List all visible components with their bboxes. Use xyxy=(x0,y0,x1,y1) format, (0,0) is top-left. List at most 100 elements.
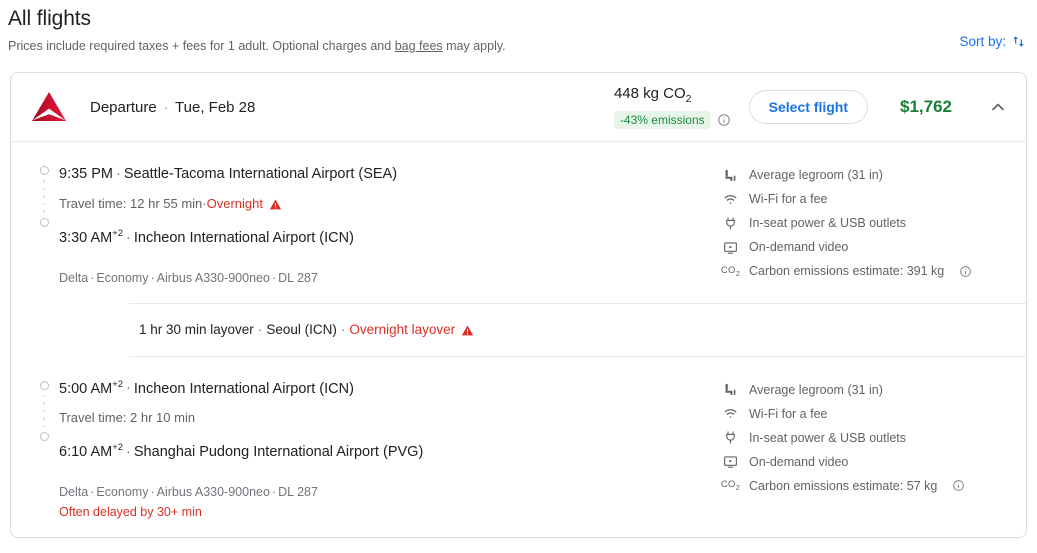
overnight-label: Overnight xyxy=(206,195,264,211)
flight-summary-row[interactable]: Departure · Tue, Feb 28 448 kg CO2 -43% … xyxy=(11,73,1026,142)
departure-airport: Incheon International Airport (ICN) xyxy=(133,380,354,397)
timeline-dots xyxy=(42,390,46,433)
delay-warning: Often delayed by 30+ min xyxy=(59,505,202,520)
page-title: All flights xyxy=(8,7,91,30)
amenity-label: Average legroom (31 in) xyxy=(749,168,883,182)
meta-cabin: Economy xyxy=(96,485,149,500)
results-header: All flights Prices include required taxe… xyxy=(8,6,506,55)
leg-timeline xyxy=(29,160,59,287)
departure-date: Tue, Feb 28 xyxy=(175,98,256,116)
emissions-badge: -43% emissions xyxy=(613,111,711,129)
co2-subscript: 2 xyxy=(685,93,692,105)
sort-by-label: Sort by: xyxy=(959,34,1006,49)
layover-city: Seoul (ICN) xyxy=(266,321,337,337)
flight-price: $1,762 xyxy=(900,97,952,116)
timeline-node-depart xyxy=(39,166,49,175)
leg-amenities: Average legroom (31 in) Wi-Fi for a fee xyxy=(720,160,1012,287)
layover-separator: · xyxy=(257,321,263,337)
amenity-video: On-demand video xyxy=(722,450,1012,474)
legroom-icon xyxy=(722,168,739,183)
timeline-node-arrive xyxy=(39,432,49,442)
amenity-wifi: Wi-Fi for a fee xyxy=(722,187,1012,211)
disclaimer-text-post: may apply. xyxy=(442,39,506,53)
arrival-airport: Shanghai Pudong International Airport (P… xyxy=(133,444,424,461)
flight-results-page: All flights Prices include required taxe… xyxy=(0,0,1037,553)
leg-meta: Delta · Economy · Airbus A330-900neo · DL 287 xyxy=(59,270,318,285)
leg-info: 9:35 PM · Seattle-Tacoma International Air… xyxy=(59,160,722,287)
amenity-label: On-demand video xyxy=(749,240,849,254)
power-plug-icon xyxy=(722,430,739,445)
meta-aircraft: Airbus A330-900neo xyxy=(156,270,270,285)
layover-row: 1 hr 30 min layover · Seoul (ICN) · Overnigh… xyxy=(129,302,1026,357)
carbon-info-icon[interactable] xyxy=(959,265,972,278)
row-separator: · xyxy=(126,229,131,246)
meta-flight-number: DL 287 xyxy=(278,485,318,500)
power-plug-icon xyxy=(722,216,739,231)
departure-time: 5:00 AM xyxy=(59,380,113,397)
overnight-layover-label: Overnight layover xyxy=(349,321,456,337)
amenity-label: Wi-Fi for a fee xyxy=(749,192,828,206)
meta-cabin: Economy xyxy=(96,270,149,285)
leg-departure-row: 5:00 AM+2 · Incheon International Airport … xyxy=(59,375,722,399)
amenity-carbon-emissions: CO2 Carbon emissions estimate: 57 kg xyxy=(721,474,1012,498)
meta-aircraft: Airbus A330-900neo xyxy=(156,485,270,500)
leg-travel-time-row: Travel time: 2 hr 10 min xyxy=(59,409,722,427)
amenity-legroom: Average legroom (31 in) xyxy=(722,163,1012,187)
flight-leg: 5:00 AM+2 · Incheon International Airport … xyxy=(11,357,1026,538)
meta-airline: Delta xyxy=(59,270,89,285)
leg-travel-time-row: Travel time: 12 hr 55 min · Overnight xyxy=(59,195,722,213)
leg-info: 5:00 AM+2 · Incheon International Airport … xyxy=(59,375,722,522)
arrival-time: 3:30 AM xyxy=(59,229,113,246)
emissions-badge-row: -43% emissions xyxy=(613,111,731,129)
row-separator: · xyxy=(126,444,131,461)
leg-arrival-row: 3:30 AM+2 · Incheon International Airport … xyxy=(59,224,722,248)
emissions-summary: 448 kg CO2 -43% emissions xyxy=(613,85,731,129)
travel-time: Travel time: 2 hr 10 min xyxy=(59,410,196,426)
amenity-label: In-seat power & USB outlets xyxy=(749,216,907,230)
meta-airline: Delta xyxy=(59,485,89,500)
amenity-power: In-seat power & USB outlets xyxy=(722,426,1012,450)
disclaimer-text-pre: Prices include required taxes + fees for… xyxy=(8,39,395,53)
bag-fees-link[interactable]: bag fees xyxy=(395,39,443,53)
travel-time: Travel time: 12 hr 55 min xyxy=(59,195,203,211)
video-icon xyxy=(722,240,739,255)
flight-leg: 9:35 PM · Seattle-Tacoma International Air… xyxy=(11,142,1026,303)
flight-card: Departure · Tue, Feb 28 448 kg CO2 -43% … xyxy=(10,72,1027,539)
leg-departure-row: 9:35 PM · Seattle-Tacoma International Air… xyxy=(59,160,722,184)
row-separator: · xyxy=(116,165,121,182)
legroom-icon xyxy=(722,382,739,397)
leg-amenities: Average legroom (31 in) Wi-Fi for a fee xyxy=(721,375,1012,522)
departure-heading: Departure · Tue, Feb 28 xyxy=(90,99,255,116)
amenity-label: Average legroom (31 in) xyxy=(749,382,883,397)
emissions-info-icon[interactable] xyxy=(717,113,731,127)
warning-triangle-icon xyxy=(461,324,474,337)
layover-separator-2: · xyxy=(340,321,346,337)
timeline-node-depart xyxy=(39,380,49,390)
leg-meta: Delta · Economy · Airbus A330-900neo · DL 287 xyxy=(59,485,318,500)
meta-flight-number: DL 287 xyxy=(278,270,318,285)
direction-label: Departure xyxy=(90,98,157,116)
amenity-carbon-emissions: CO2 Carbon emissions estimate: 391 kg xyxy=(720,259,1012,283)
amenity-label: Carbon emissions estimate: 391 kg xyxy=(749,264,945,278)
select-flight-button[interactable]: Select flight xyxy=(748,90,868,124)
amenity-wifi: Wi-Fi for a fee xyxy=(722,402,1012,426)
chevron-up-icon[interactable] xyxy=(988,97,1008,117)
carbon-info-icon[interactable] xyxy=(952,479,965,492)
amenity-legroom: Average legroom (31 in) xyxy=(722,378,1012,402)
video-icon xyxy=(722,454,739,469)
sort-arrows-icon xyxy=(1010,33,1027,50)
leg-details: 5:00 AM+2 · Incheon International Airport … xyxy=(29,375,722,522)
row-separator: · xyxy=(126,380,131,397)
departure-airport: Seattle-Tacoma International Airport (SE… xyxy=(123,165,398,182)
amenity-label: In-seat power & USB outlets xyxy=(749,430,907,445)
sort-by-button[interactable]: Sort by: xyxy=(959,33,1027,50)
co2-icon: CO2 xyxy=(720,264,741,278)
leg-details: 9:35 PM · Seattle-Tacoma International Air… xyxy=(29,160,722,287)
warning-triangle-icon xyxy=(269,198,282,211)
leg-arrival-row: 6:10 AM+2 · Shanghai Pudong International … xyxy=(59,438,722,462)
amenity-power: In-seat power & USB outlets xyxy=(722,211,1012,235)
wifi-icon xyxy=(722,406,739,421)
price-disclaimer: Prices include required taxes + fees for… xyxy=(8,37,506,55)
departure-day-offset: +2 xyxy=(112,378,124,390)
arrival-day-offset: +2 xyxy=(112,442,124,454)
